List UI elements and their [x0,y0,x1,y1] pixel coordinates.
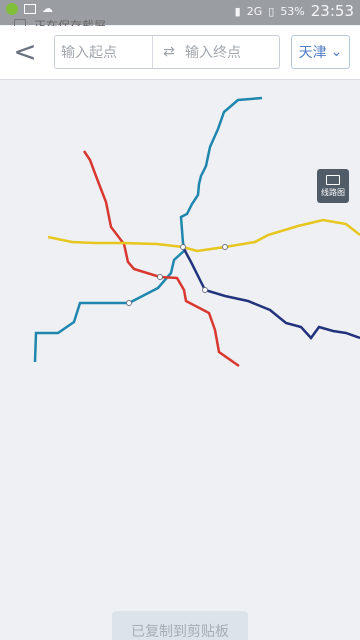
end-input[interactable]: 输入终点 [185,36,279,68]
back-chevron-icon: < [13,35,37,68]
start-placeholder: 输入起点 [61,45,117,61]
city-selector[interactable]: 天津 ⌄ [291,35,350,69]
route-search-box: 输入起点 ⇄ 输入终点 [54,35,280,69]
line-map-icon [326,174,340,185]
image-status-icon [24,3,36,14]
line-map-label: 线路图 [321,187,345,197]
metro-line-navy [182,248,360,340]
city-label: 天津 [298,45,327,61]
subway-map[interactable]: 线路图 已复制到剪贴板 [0,80,360,640]
app-status-icon [6,2,18,15]
chevron-down-icon: ⌄ [330,44,343,60]
metro-lines [33,96,360,368]
metro-line-blue [33,96,263,363]
start-input[interactable]: 输入起点 [55,36,153,68]
metro-line-yellow [47,218,360,253]
copy-toast: 已复制到剪贴板 [112,611,248,640]
swap-button[interactable]: ⇄ [158,36,180,68]
back-button[interactable]: < [10,37,40,67]
route-search-toolbar: < 输入起点 ⇄ 输入终点 天津 ⌄ [0,26,360,80]
line-map-button[interactable]: 线路图 [317,169,349,203]
metro-line-red [82,150,240,368]
swap-icon: ⇄ [163,44,175,60]
toast-text: 已复制到剪贴板 [131,624,229,640]
end-placeholder: 输入终点 [185,45,241,61]
